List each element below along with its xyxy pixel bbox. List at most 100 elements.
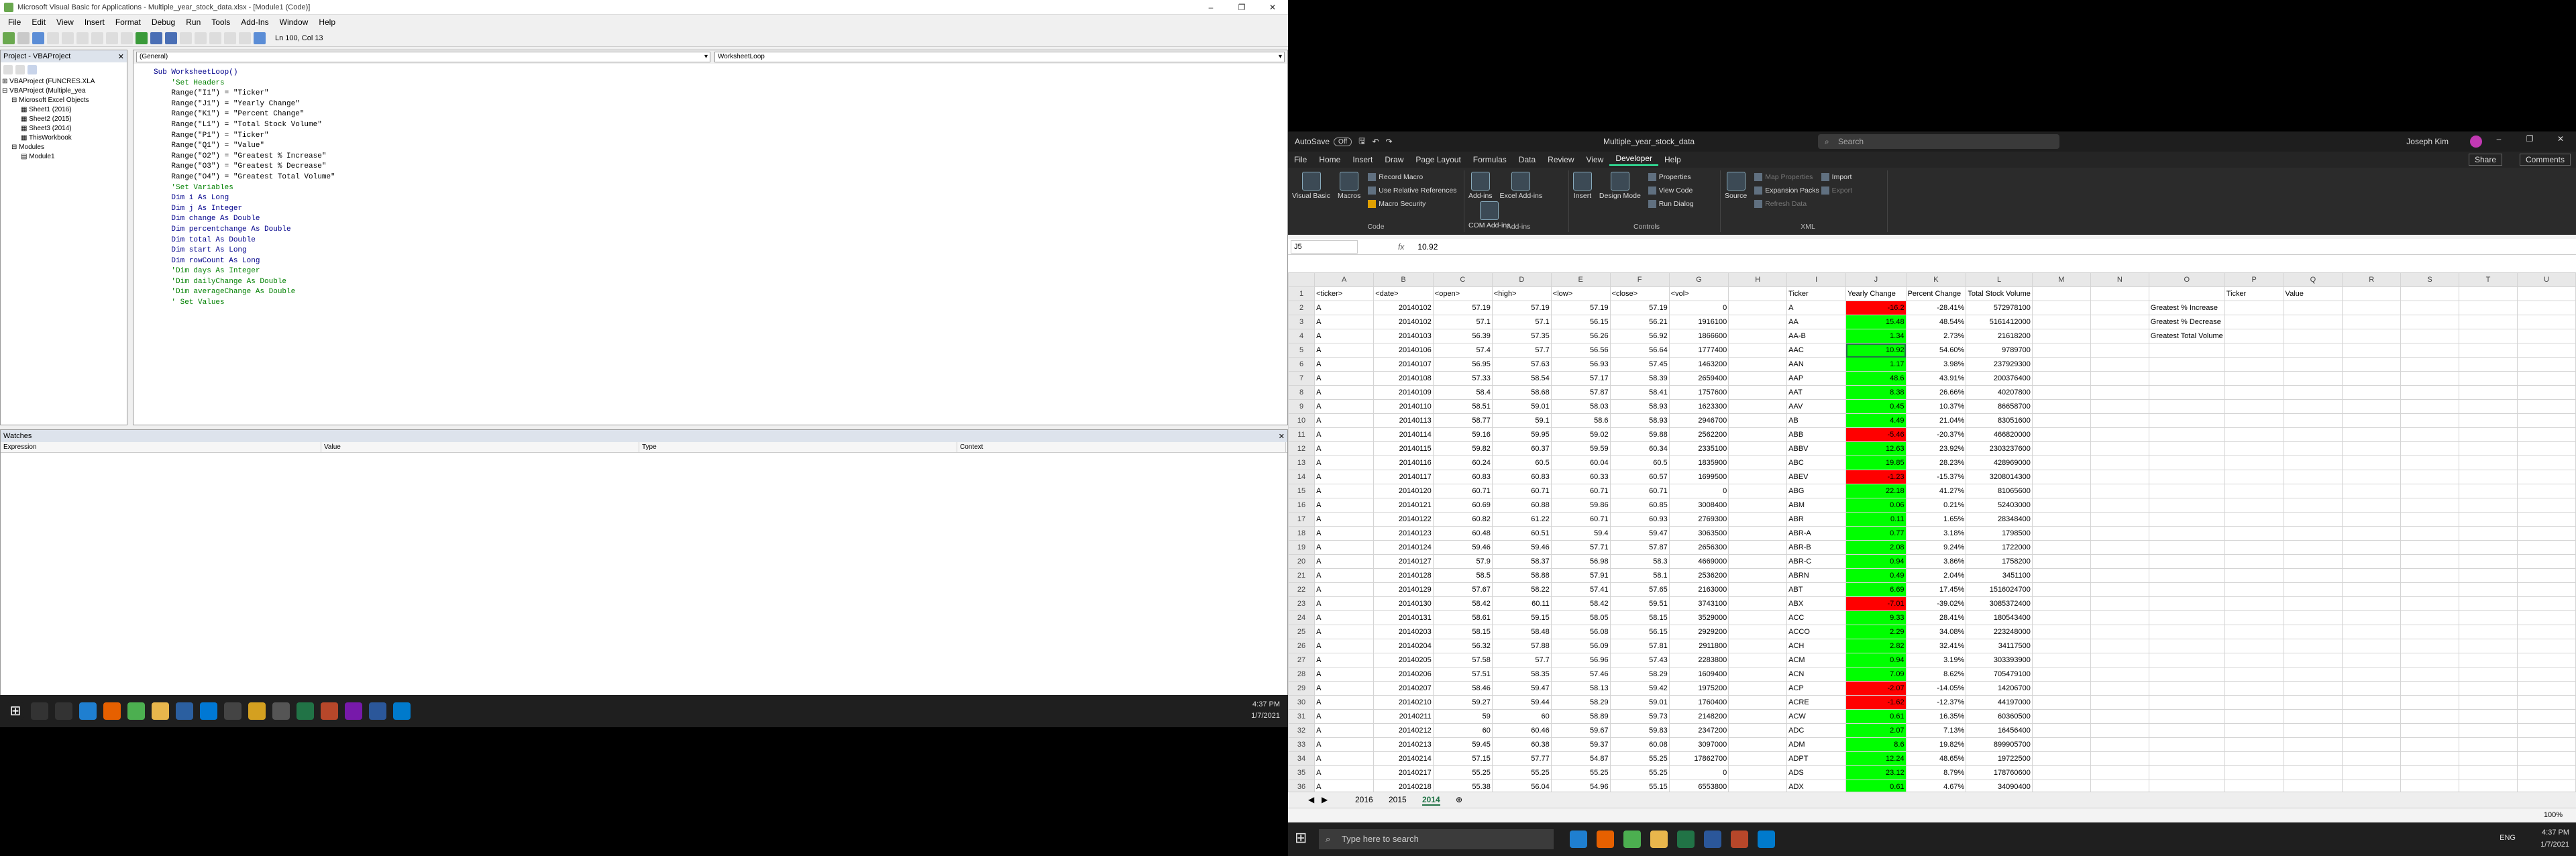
- column-header[interactable]: F: [1609, 272, 1670, 287]
- row-header[interactable]: 25: [1287, 625, 1316, 639]
- row-header[interactable]: 22: [1287, 582, 1316, 597]
- cell[interactable]: 2.73%: [1905, 329, 1967, 343]
- cell[interactable]: 3743100: [1668, 596, 1729, 611]
- cell[interactable]: 58.13: [1550, 681, 1611, 696]
- cell[interactable]: [2459, 441, 2518, 456]
- cell[interactable]: [2283, 301, 2343, 315]
- code-line[interactable]: Dim total As Double: [154, 235, 1287, 246]
- cell[interactable]: [2031, 484, 2091, 498]
- code-line[interactable]: Dim start As Long: [154, 246, 1287, 256]
- cell[interactable]: [2148, 695, 2225, 710]
- row-header[interactable]: 14: [1287, 470, 1316, 484]
- expansion-packs-button[interactable]: Expansion Packs: [1754, 184, 1819, 197]
- cell[interactable]: [1728, 681, 1788, 696]
- row-header[interactable]: 30: [1287, 695, 1316, 710]
- restore-icon[interactable]: ❐: [1226, 0, 1257, 15]
- visual-basic-button[interactable]: Visual Basic: [1292, 170, 1330, 200]
- design-mode-button[interactable]: Design Mode: [1599, 170, 1641, 200]
- cell[interactable]: [2283, 371, 2343, 386]
- cell[interactable]: [2031, 301, 2091, 315]
- cell[interactable]: 58.29: [1550, 695, 1611, 710]
- cell[interactable]: [2031, 751, 2091, 766]
- row-header[interactable]: 15: [1287, 484, 1316, 498]
- cell[interactable]: 1463200: [1668, 357, 1729, 372]
- cell[interactable]: [2224, 695, 2284, 710]
- cell[interactable]: 2929200: [1668, 625, 1729, 639]
- cell[interactable]: 57.43: [1609, 653, 1670, 667]
- cell[interactable]: A: [1314, 385, 1375, 400]
- cell[interactable]: 55.25: [1609, 751, 1670, 766]
- cell[interactable]: 20140203: [1373, 625, 1434, 639]
- cell[interactable]: [2224, 625, 2284, 639]
- menu-edit[interactable]: Edit: [26, 17, 51, 27]
- close-icon[interactable]: ✕: [118, 52, 124, 61]
- cell[interactable]: [1728, 639, 1788, 653]
- cell[interactable]: A: [1314, 456, 1375, 470]
- cell[interactable]: [2400, 512, 2460, 527]
- cell[interactable]: 57.41: [1550, 582, 1611, 597]
- cell[interactable]: [2342, 709, 2402, 724]
- cell[interactable]: 20140205: [1373, 653, 1434, 667]
- cell[interactable]: -16.2: [1845, 301, 1907, 315]
- cell[interactable]: [2400, 315, 2460, 329]
- cell[interactable]: [2031, 470, 2091, 484]
- cell[interactable]: <high>: [1491, 286, 1552, 301]
- cell[interactable]: 2347200: [1668, 723, 1729, 738]
- cell[interactable]: 56.96: [1550, 653, 1611, 667]
- column-header[interactable]: P: [2224, 272, 2284, 287]
- cell[interactable]: [2224, 653, 2284, 667]
- cell[interactable]: [2283, 441, 2343, 456]
- cell[interactable]: 20140115: [1373, 441, 1434, 456]
- cell[interactable]: [2516, 498, 2576, 513]
- cell[interactable]: 58.68: [1491, 385, 1552, 400]
- cell[interactable]: 20140120: [1373, 484, 1434, 498]
- cell[interactable]: [2148, 653, 2225, 667]
- cell[interactable]: [2342, 695, 2402, 710]
- cell[interactable]: [2400, 427, 2460, 442]
- cell[interactable]: 3.18%: [1905, 526, 1967, 541]
- cell[interactable]: 2911800: [1668, 639, 1729, 653]
- cell[interactable]: 59.01: [1491, 399, 1552, 414]
- cell[interactable]: [2516, 639, 2576, 653]
- cell[interactable]: 2.29: [1845, 625, 1907, 639]
- cell[interactable]: [2148, 441, 2225, 456]
- cell[interactable]: [2031, 498, 2091, 513]
- cell[interactable]: [2342, 737, 2402, 752]
- terminal-icon[interactable]: [224, 702, 241, 720]
- cell[interactable]: [1728, 315, 1788, 329]
- cell[interactable]: A: [1314, 695, 1375, 710]
- cell[interactable]: [2516, 286, 2576, 301]
- onenote-icon[interactable]: [345, 702, 362, 720]
- cell[interactable]: 0: [1668, 484, 1729, 498]
- edge-icon[interactable]: [1570, 831, 1587, 848]
- cell[interactable]: 2.04%: [1905, 568, 1967, 583]
- cell[interactable]: [2459, 568, 2518, 583]
- cell[interactable]: [2148, 526, 2225, 541]
- cell[interactable]: 60.37: [1491, 441, 1552, 456]
- cell[interactable]: 81065600: [1966, 484, 2033, 498]
- cell[interactable]: [2224, 540, 2284, 555]
- row-header[interactable]: 28: [1287, 667, 1316, 682]
- cell[interactable]: A: [1314, 512, 1375, 527]
- file-explorer-icon[interactable]: [152, 702, 169, 720]
- cell[interactable]: [2148, 751, 2225, 766]
- cell[interactable]: [2224, 737, 2284, 752]
- cell[interactable]: [2283, 737, 2343, 752]
- cell[interactable]: [2090, 413, 2149, 428]
- cell[interactable]: [2148, 357, 2225, 372]
- addins-button[interactable]: Add-ins: [1468, 170, 1493, 200]
- cell[interactable]: 2536200: [1668, 568, 1729, 583]
- cell[interactable]: [2283, 625, 2343, 639]
- cell[interactable]: [2283, 554, 2343, 569]
- cell[interactable]: [2459, 554, 2518, 569]
- cell[interactable]: [2400, 695, 2460, 710]
- cell[interactable]: 58.93: [1609, 399, 1670, 414]
- cell[interactable]: 43.91%: [1905, 371, 1967, 386]
- cell[interactable]: -14.05%: [1905, 681, 1967, 696]
- cell[interactable]: A: [1314, 441, 1375, 456]
- cell[interactable]: 2656300: [1668, 540, 1729, 555]
- cell[interactable]: 0.61: [1845, 709, 1907, 724]
- cell[interactable]: [2400, 343, 2460, 358]
- row-header[interactable]: 2: [1287, 301, 1316, 315]
- cell[interactable]: [2224, 526, 2284, 541]
